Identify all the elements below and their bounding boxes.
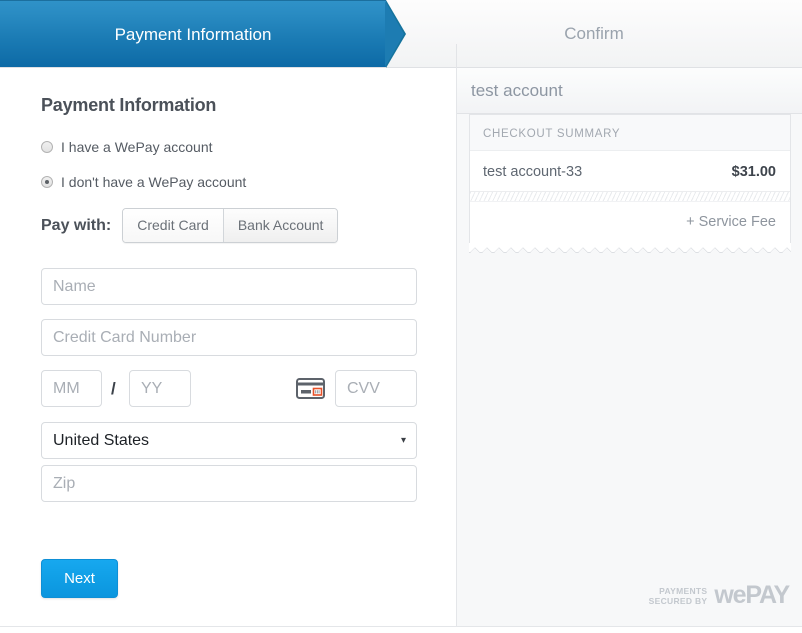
- step-column-divider: [456, 44, 457, 68]
- page-title: Payment Information: [41, 95, 217, 115]
- wepay-wordmark-pay: PAY: [745, 581, 790, 609]
- summary-item-name: test account-33: [483, 164, 583, 180]
- pay-with-bank-account-button[interactable]: Bank Account: [222, 209, 338, 242]
- payment-form-column: Payment Information I have a WePay accou…: [0, 68, 457, 626]
- credit-card-icon: [296, 378, 325, 399]
- name-input[interactable]: [41, 268, 417, 305]
- secured-by-line2: SECURED BY: [648, 595, 708, 606]
- service-fee-label: + Service Fee: [686, 214, 776, 230]
- radio-have-account-icon[interactable]: [41, 141, 53, 153]
- wepay-wordmark-we: we: [714, 581, 746, 609]
- summary-item-price: $31.00: [731, 164, 776, 180]
- radio-have-account-label: I have a WePay account: [61, 139, 213, 155]
- pay-with-row: Pay with: Credit Card Bank Account: [41, 208, 339, 243]
- secured-by-line1: PAYMENTS: [659, 585, 708, 596]
- radio-no-account-label: I don't have a WePay account: [61, 174, 247, 190]
- page-bottom-edge: [0, 626, 802, 633]
- step-arrow-icon: [385, 1, 404, 67]
- next-button[interactable]: Next: [41, 559, 118, 598]
- radio-no-account-icon[interactable]: [41, 176, 53, 188]
- expiry-month-input[interactable]: [41, 370, 102, 407]
- pay-with-label: Pay with:: [41, 216, 112, 234]
- payment-page: Payment Information Confirm Payment Info…: [0, 0, 802, 633]
- step-payment-information[interactable]: Payment Information: [0, 0, 386, 67]
- credit-card-number-input[interactable]: [41, 319, 417, 356]
- cvv-input[interactable]: [335, 370, 417, 407]
- step-payment-information-label: Payment Information: [114, 25, 272, 44]
- receipt-torn-edge: [469, 243, 791, 252]
- checkout-summary-column: test account CHECKOUT SUMMARY test accou…: [457, 68, 802, 626]
- step-confirm-label: Confirm: [564, 24, 624, 43]
- checkout-summary-receipt: CHECKOUT SUMMARY test account-33 $31.00 …: [469, 114, 791, 243]
- country-select-value: United States: [53, 432, 150, 449]
- account-name-header: test account: [457, 68, 802, 114]
- summary-line-item: test account-33 $31.00: [470, 151, 790, 191]
- zip-input[interactable]: [41, 465, 417, 502]
- checkout-body: Payment Information I have a WePay accou…: [0, 68, 802, 626]
- country-select[interactable]: United States ▾: [41, 422, 417, 459]
- checkout-step-bar: Payment Information Confirm: [0, 0, 802, 68]
- wepay-footer-logo: PAYMENTS SECURED BY wePAY: [649, 581, 791, 609]
- expiry-year-input[interactable]: [129, 370, 191, 407]
- receipt-perforation-divider: [470, 191, 790, 202]
- pay-with-toggle-group[interactable]: Credit Card Bank Account: [122, 208, 339, 243]
- wepay-wordmark: wePAY: [714, 581, 790, 609]
- pay-with-credit-card-button[interactable]: Credit Card: [123, 209, 223, 242]
- secured-by-text: PAYMENTS SECURED BY: [649, 586, 708, 606]
- expiry-separator: /: [111, 379, 116, 398]
- chevron-down-icon: ▾: [400, 435, 406, 446]
- step-confirm[interactable]: Confirm: [386, 0, 802, 67]
- radio-option-no-account[interactable]: I don't have a WePay account: [41, 174, 246, 190]
- radio-option-have-account[interactable]: I have a WePay account: [41, 139, 213, 155]
- checkout-summary-heading: CHECKOUT SUMMARY: [470, 115, 790, 151]
